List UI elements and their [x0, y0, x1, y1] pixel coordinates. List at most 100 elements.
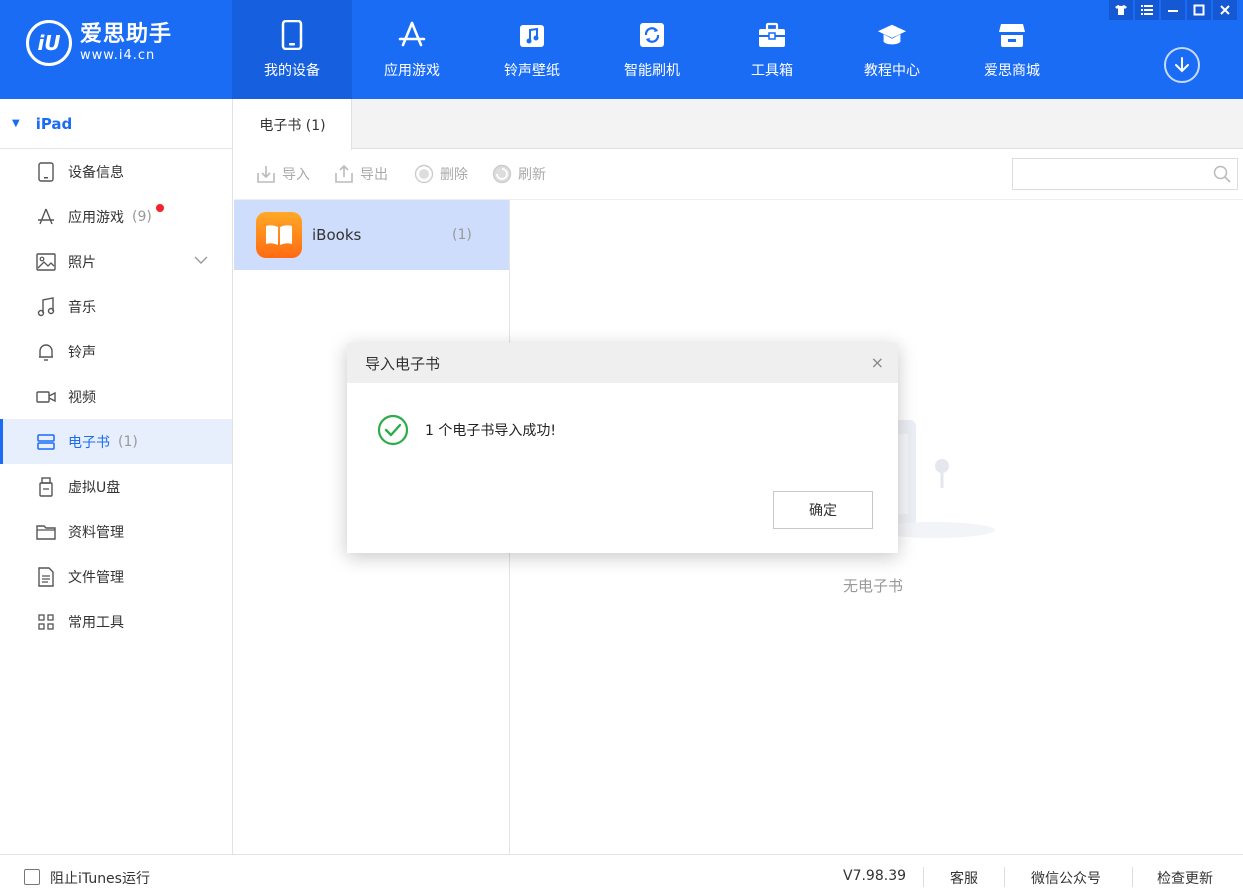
empty-state-caption: 无电子书 — [843, 577, 904, 595]
support-link[interactable]: 客服 — [950, 868, 978, 888]
app-logo: iU 爱思助手 www.i4.cn — [26, 20, 172, 66]
nav-my-device[interactable]: 我的设备 — [232, 0, 352, 99]
sidebar-item-label: 音乐 — [68, 299, 96, 316]
video-camera-icon — [36, 387, 56, 407]
refresh-label: 刷新 — [518, 167, 546, 183]
book-icon — [36, 432, 56, 452]
toolbox-icon — [757, 20, 787, 50]
menu-button[interactable] — [1135, 0, 1159, 20]
dialog-header: 导入电子书 × — [347, 343, 898, 383]
tab-ebooks[interactable]: 电子书 (1) — [234, 99, 352, 150]
sidebar-item-videos[interactable]: 视频 — [0, 374, 232, 419]
nav-apps-games[interactable]: 应用游戏 — [352, 0, 472, 99]
nav-smart-flash[interactable]: 智能刷机 — [592, 0, 712, 99]
graduation-cap-icon — [877, 20, 907, 50]
ibooks-icon — [256, 212, 302, 258]
divider — [1132, 867, 1133, 887]
app-store-icon — [36, 207, 56, 227]
export-button[interactable]: 导出 — [334, 164, 388, 184]
nav-label: 教程中心 — [864, 62, 920, 79]
music-note-icon — [36, 296, 56, 317]
search-input[interactable] — [1013, 159, 1203, 189]
menu-list-icon — [1141, 5, 1153, 15]
sidebar-item-label: 文件管理 — [68, 569, 124, 586]
download-manager-button[interactable] — [1164, 47, 1200, 83]
tab-bar: 电子书 (1) — [234, 99, 1243, 150]
divider — [923, 867, 924, 887]
dialog-message: 1 个电子书导入成功! — [425, 423, 556, 439]
sidebar-item-label: 铃声 — [68, 344, 96, 361]
nav-shop[interactable]: 爱思商城 — [952, 0, 1072, 99]
skin-button[interactable] — [1109, 0, 1133, 20]
list-item-count: (1) — [452, 227, 472, 243]
nav-ringtones-wallpapers[interactable]: 铃声壁纸 — [472, 0, 592, 99]
arrow-down-icon — [1175, 57, 1189, 73]
nav-label: 工具箱 — [751, 62, 793, 79]
list-item-ibooks[interactable]: iBooks (1) — [234, 200, 509, 270]
device-name: iPad — [35, 114, 73, 133]
minimize-icon — [1168, 10, 1178, 12]
sidebar-item-virtual-udisk[interactable]: 虚拟U盘 — [0, 464, 232, 509]
sidebar-item-ebooks[interactable]: 电子书 (1) — [0, 419, 232, 464]
notification-dot — [156, 204, 164, 212]
sidebar: ▼ iPad 设备信息 应用游戏 (9) 照片 音乐 铃声 视频 电子书 (1)… — [0, 99, 233, 854]
sidebar-item-common-tools[interactable]: 常用工具 — [0, 599, 232, 644]
import-label: 导入 — [282, 167, 310, 183]
list-item-label: iBooks — [312, 226, 362, 244]
delete-icon — [414, 164, 434, 184]
dialog-body: 1 个电子书导入成功! — [377, 414, 556, 446]
export-icon — [334, 164, 354, 184]
sidebar-item-data-management[interactable]: 资料管理 — [0, 509, 232, 554]
sidebar-item-label: 资料管理 — [68, 524, 124, 541]
dialog-title: 导入电子书 — [365, 354, 441, 373]
shirt-icon — [1115, 5, 1127, 15]
close-icon — [1220, 5, 1230, 15]
block-itunes-checkbox[interactable] — [24, 869, 40, 885]
device-selector[interactable]: ▼ iPad — [0, 99, 232, 149]
folder-icon — [36, 522, 56, 542]
sidebar-item-photos[interactable]: 照片 — [0, 239, 232, 284]
version-label: V7.98.39 — [843, 868, 907, 884]
tablet-icon — [36, 161, 56, 182]
nav-tutorials[interactable]: 教程中心 — [832, 0, 952, 99]
caret-down-icon: ▼ — [12, 118, 20, 129]
minimize-button[interactable] — [1161, 0, 1185, 20]
export-label: 导出 — [360, 167, 388, 183]
document-icon — [36, 566, 56, 587]
import-button[interactable]: 导入 — [256, 164, 310, 184]
sidebar-item-file-management[interactable]: 文件管理 — [0, 554, 232, 599]
bell-icon — [36, 342, 56, 362]
sidebar-item-label: 电子书 — [68, 434, 110, 451]
sidebar-item-count: (9) — [132, 208, 152, 225]
block-itunes-label[interactable]: 阻止iTunes运行 — [50, 868, 150, 888]
close-icon[interactable]: × — [871, 353, 884, 372]
wechat-link[interactable]: 微信公众号 — [1031, 868, 1101, 888]
nav-label: 应用游戏 — [384, 62, 440, 79]
sidebar-item-label: 常用工具 — [68, 614, 124, 631]
maximize-button[interactable] — [1187, 0, 1211, 20]
nav-toolbox[interactable]: 工具箱 — [712, 0, 832, 99]
music-note-icon — [517, 20, 547, 50]
grid-icon — [36, 612, 56, 632]
refresh-button[interactable]: 刷新 — [492, 164, 546, 184]
sidebar-item-apps[interactable]: 应用游戏 (9) — [0, 194, 232, 239]
top-header: iU 爱思助手 www.i4.cn 我的设备 应用游戏 铃声壁纸 智能刷机 工具… — [0, 0, 1243, 99]
check-update-link[interactable]: 检查更新 — [1157, 868, 1213, 888]
sidebar-item-label: 设备信息 — [68, 164, 124, 181]
delete-label: 删除 — [440, 167, 468, 183]
sidebar-item-label: 视频 — [68, 389, 96, 406]
sidebar-item-device-info[interactable]: 设备信息 — [0, 149, 232, 194]
nav-label: 铃声壁纸 — [504, 62, 560, 79]
ok-button[interactable]: 确定 — [773, 491, 873, 529]
status-bar: 阻止iTunes运行 V7.98.39 客服 微信公众号 检查更新 — [0, 854, 1243, 896]
delete-button[interactable]: 删除 — [414, 164, 468, 184]
sidebar-item-music[interactable]: 音乐 — [0, 284, 232, 329]
sidebar-item-ringtones[interactable]: 铃声 — [0, 329, 232, 374]
search-icon[interactable] — [1213, 165, 1231, 187]
window-controls — [1107, 0, 1237, 20]
sidebar-item-count: (1) — [118, 433, 138, 450]
chevron-down-icon[interactable] — [194, 253, 208, 269]
sidebar-item-label: 虚拟U盘 — [68, 479, 121, 496]
close-window-button[interactable] — [1213, 0, 1237, 20]
import-ebook-dialog: 导入电子书 × 1 个电子书导入成功! 确定 — [347, 343, 898, 553]
